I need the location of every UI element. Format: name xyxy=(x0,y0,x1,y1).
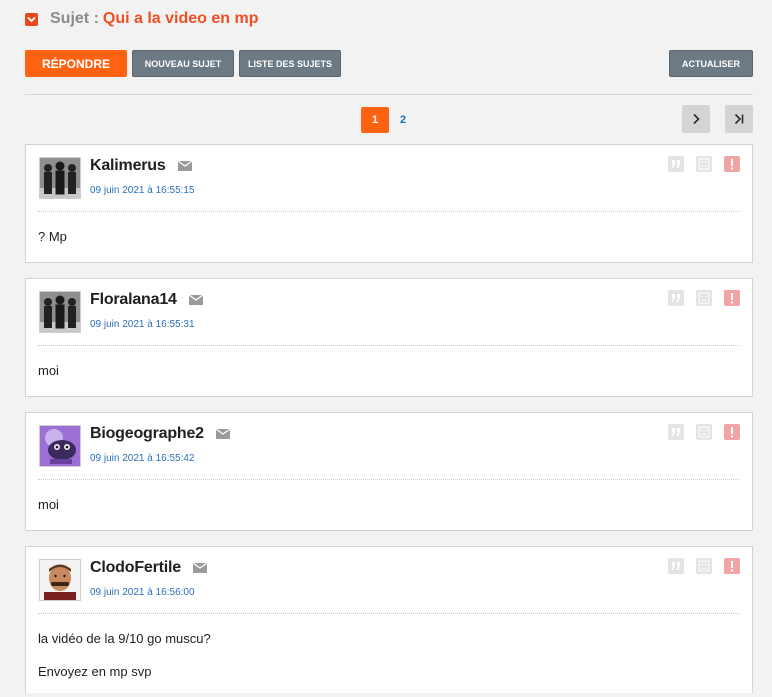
quote-icon[interactable] xyxy=(668,290,684,306)
post-separator xyxy=(38,613,740,614)
author-name[interactable]: Kalimerus xyxy=(90,157,166,175)
post-text: ? Mp xyxy=(38,229,67,244)
quote-icon[interactable] xyxy=(668,156,684,172)
post: ClodoFertile 09 juin 2021 à 16:56:00 la … xyxy=(25,546,753,693)
sad-face-icon[interactable] xyxy=(696,424,712,440)
topic-prefix: Sujet : xyxy=(50,10,99,27)
post-date[interactable]: 09 juin 2021 à 16:55:42 xyxy=(90,453,195,464)
quote-icon[interactable] xyxy=(668,558,684,574)
mail-icon[interactable] xyxy=(192,563,207,573)
report-icon[interactable] xyxy=(724,290,740,306)
collapse-toggle-icon[interactable] xyxy=(25,12,38,26)
post-date[interactable]: 09 juin 2021 à 16:55:31 xyxy=(90,319,195,330)
last-page-button[interactable] xyxy=(725,105,753,133)
sad-face-icon[interactable] xyxy=(696,558,712,574)
last-page-icon xyxy=(734,113,744,125)
post-date[interactable]: 09 juin 2021 à 16:56:00 xyxy=(90,587,195,598)
author-name[interactable]: ClodoFertile xyxy=(90,559,181,577)
post-content: ? Mp xyxy=(38,229,67,262)
post: Floralana14 09 juin 2021 à 16:55:31 moi xyxy=(25,278,753,397)
quote-icon[interactable] xyxy=(668,424,684,440)
author-name[interactable]: Biogeographe2 xyxy=(90,425,204,443)
topic-header: Sujet : Qui a la video en mp xyxy=(25,8,258,30)
reply-button[interactable]: RÉPONDRE xyxy=(25,50,127,77)
avatar[interactable] xyxy=(39,157,81,199)
post-text: moi xyxy=(38,363,59,378)
topic-title: Qui a la video en mp xyxy=(102,10,259,27)
next-page-button[interactable] xyxy=(682,105,710,133)
page-2-link[interactable]: 2 xyxy=(389,107,417,133)
mail-icon[interactable] xyxy=(215,429,230,439)
topic-list-button[interactable]: LISTE DES SUJETS xyxy=(239,50,341,77)
mail-icon[interactable] xyxy=(177,161,192,171)
post-content: la vidéo de la 9/10 go muscu? Envoyez en… xyxy=(38,631,211,697)
avatar[interactable] xyxy=(39,425,81,467)
post-separator xyxy=(38,211,740,212)
report-icon[interactable] xyxy=(724,558,740,574)
post-text: moi xyxy=(38,497,59,512)
sad-face-icon[interactable] xyxy=(696,290,712,306)
post: Kalimerus 09 juin 2021 à 16:55:15 ? Mp xyxy=(25,144,753,263)
chevron-right-icon xyxy=(693,113,700,125)
post-date[interactable]: 09 juin 2021 à 16:55:15 xyxy=(90,185,195,196)
post-separator xyxy=(38,345,740,346)
post: Biogeographe2 09 juin 2021 à 16:55:42 mo… xyxy=(25,412,753,531)
new-topic-button[interactable]: NOUVEAU SUJET xyxy=(132,50,234,77)
report-icon[interactable] xyxy=(724,156,740,172)
mail-icon[interactable] xyxy=(188,295,203,305)
avatar[interactable] xyxy=(39,559,81,601)
post-content: moi xyxy=(38,363,59,396)
refresh-button[interactable]: ACTUALISER xyxy=(669,50,753,77)
toolbar-divider xyxy=(25,94,753,95)
post-content: moi xyxy=(38,497,59,530)
post-text: la vidéo de la 9/10 go muscu? xyxy=(38,631,211,646)
post-text: Envoyez en mp svp xyxy=(38,664,152,679)
author-name[interactable]: Floralana14 xyxy=(90,291,177,309)
sad-face-icon[interactable] xyxy=(696,156,712,172)
avatar[interactable] xyxy=(39,291,81,333)
page-1-current: 1 xyxy=(361,107,389,133)
report-icon[interactable] xyxy=(724,424,740,440)
post-separator xyxy=(38,479,740,480)
